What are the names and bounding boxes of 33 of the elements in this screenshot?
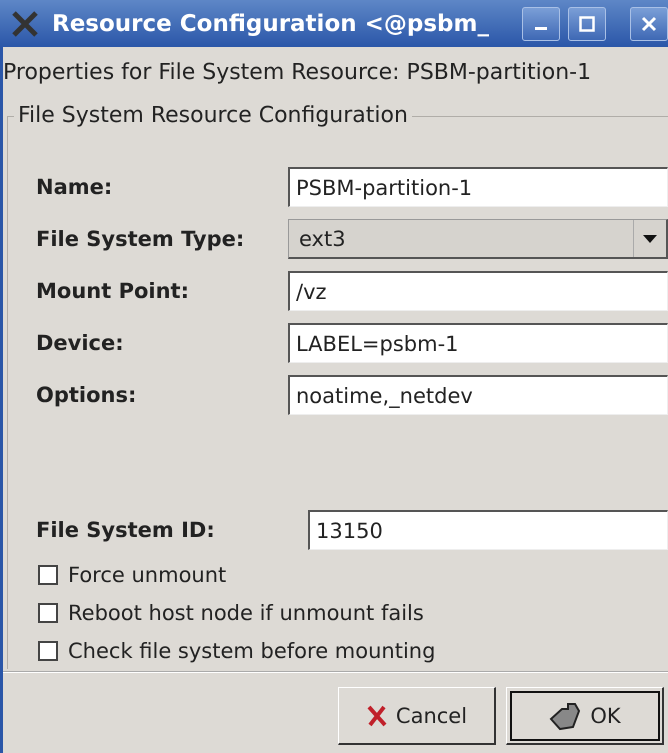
minimize-icon xyxy=(535,27,547,30)
minimize-button[interactable] xyxy=(522,6,560,40)
close-button[interactable] xyxy=(630,6,668,40)
checkbox-label: Check file system before mounting xyxy=(68,639,436,663)
input-field[interactable]: PSBM-partition-1 xyxy=(288,167,668,207)
field-label: Mount Point: xyxy=(35,279,190,303)
input-field[interactable]: 13150 xyxy=(308,510,668,550)
checkbox-label: Reboot host node if unmount fails xyxy=(68,601,424,625)
group-title: File System Resource Configuration xyxy=(14,102,412,130)
window-title: Resource Configuration <@psbm_ xyxy=(52,10,489,36)
field-label: Options: xyxy=(35,383,138,407)
field-label: Name: xyxy=(35,175,114,199)
input-field[interactable]: LABEL=psbm-1 xyxy=(288,323,668,363)
cross-icon xyxy=(366,704,388,728)
field-label: File System ID: xyxy=(35,518,216,542)
hand-icon xyxy=(548,700,582,730)
window-icon xyxy=(10,8,40,38)
dialog-heading: Properties for File System Resource: PSBM-partition-1 xyxy=(3,59,592,87)
checkbox[interactable] xyxy=(38,565,58,585)
maximize-icon xyxy=(579,16,595,32)
checkbox[interactable] xyxy=(38,641,58,661)
maximize-button[interactable] xyxy=(568,6,606,40)
ok-button[interactable]: OK xyxy=(506,687,664,745)
field-label: Device: xyxy=(35,331,125,355)
input-field[interactable]: /vz xyxy=(288,271,668,311)
dropdown-arrow-icon xyxy=(643,234,657,242)
field-label: File System Type: xyxy=(35,227,246,251)
checkbox-label: Force unmount xyxy=(68,563,226,587)
dropdown[interactable]: ext3 xyxy=(288,219,668,259)
close-icon xyxy=(641,16,657,32)
checkbox[interactable] xyxy=(38,603,58,623)
input-field[interactable]: noatime,_netdev xyxy=(288,375,668,415)
cancel-button[interactable]: Cancel xyxy=(338,687,496,745)
